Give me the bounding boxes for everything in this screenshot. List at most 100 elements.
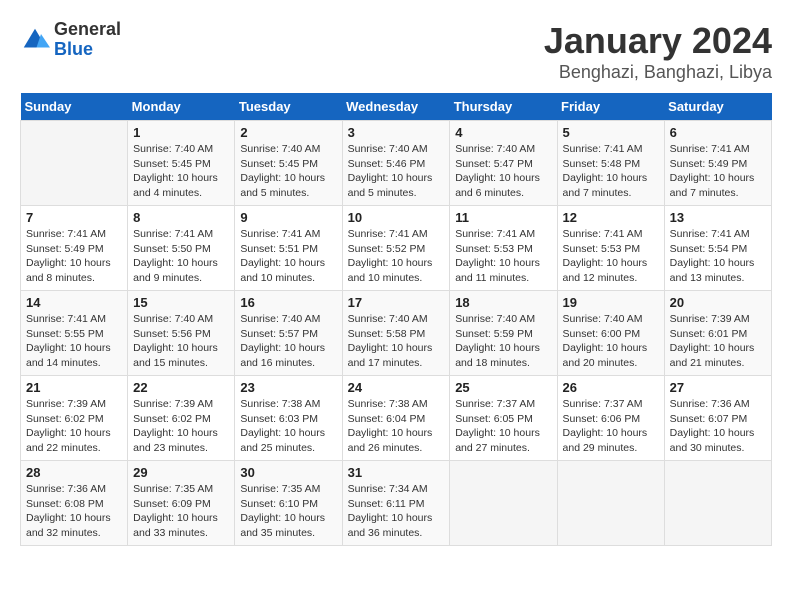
day-cell: 3 Sunrise: 7:40 AM Sunset: 5:46 PM Daylig… [342, 121, 450, 206]
week-row-4: 21Sunrise: 7:39 AM Sunset: 6:02 PM Dayli… [21, 376, 772, 461]
logo-icon [20, 25, 50, 55]
day-cell [450, 461, 557, 546]
day-info: Sunrise: 7:35 AM Sunset: 6:09 PM Dayligh… [133, 482, 229, 541]
header-row: SundayMondayTuesdayWednesdayThursdayFrid… [21, 93, 772, 121]
day-cell: 12Sunrise: 7:41 AM Sunset: 5:53 PM Dayli… [557, 206, 664, 291]
day-cell: 20 Sunrise: 7:39 AM Sunset: 6:01 PM Dayli… [664, 291, 771, 376]
header-cell-friday: Friday [557, 93, 664, 121]
day-cell: 22Sunrise: 7:39 AM Sunset: 6:02 PM Dayli… [128, 376, 235, 461]
day-number: 13 [670, 210, 766, 225]
day-number: 5 [563, 125, 659, 140]
day-info: Sunrise: 7:37 AM Sunset: 6:06 PM Dayligh… [563, 397, 659, 456]
day-cell: 2 Sunrise: 7:40 AM Sunset: 5:45 PM Daylig… [235, 121, 342, 206]
day-number: 24 [348, 380, 445, 395]
day-number: 21 [26, 380, 122, 395]
day-cell: 27 Sunrise: 7:36 AM Sunset: 6:07 PM Dayli… [664, 376, 771, 461]
day-cell: 25Sunrise: 7:37 AM Sunset: 6:05 PM Dayli… [450, 376, 557, 461]
day-cell: 13 Sunrise: 7:41 AM Sunset: 5:54 PM Dayli… [664, 206, 771, 291]
day-cell: 18 Sunrise: 7:40 AM Sunset: 5:59 PM Dayli… [450, 291, 557, 376]
day-info: Sunrise: 7:36 AM Sunset: 6:08 PM Dayligh… [26, 482, 122, 541]
day-number: 18 [455, 295, 551, 310]
day-info: Sunrise: 7:36 AM Sunset: 6:07 PM Dayligh… [670, 397, 766, 456]
day-number: 3 [348, 125, 445, 140]
day-number: 26 [563, 380, 659, 395]
day-info: Sunrise: 7:38 AM Sunset: 6:04 PM Dayligh… [348, 397, 445, 456]
day-number: 1 [133, 125, 229, 140]
day-cell: 21Sunrise: 7:39 AM Sunset: 6:02 PM Dayli… [21, 376, 128, 461]
day-number: 17 [348, 295, 445, 310]
day-cell: 30Sunrise: 7:35 AM Sunset: 6:10 PM Dayli… [235, 461, 342, 546]
day-cell: 15 Sunrise: 7:40 AM Sunset: 5:56 PM Dayli… [128, 291, 235, 376]
day-info: Sunrise: 7:41 AM Sunset: 5:49 PM Dayligh… [26, 227, 122, 286]
calendar-table: SundayMondayTuesdayWednesdayThursdayFrid… [20, 93, 772, 546]
day-cell: 24 Sunrise: 7:38 AM Sunset: 6:04 PM Dayli… [342, 376, 450, 461]
day-info: Sunrise: 7:40 AM Sunset: 5:56 PM Dayligh… [133, 312, 229, 371]
header-cell-tuesday: Tuesday [235, 93, 342, 121]
day-info: Sunrise: 7:41 AM Sunset: 5:54 PM Dayligh… [670, 227, 766, 286]
day-info: Sunrise: 7:40 AM Sunset: 5:59 PM Dayligh… [455, 312, 551, 371]
day-number: 11 [455, 210, 551, 225]
day-cell: 26 Sunrise: 7:37 AM Sunset: 6:06 PM Dayli… [557, 376, 664, 461]
day-cell: 31Sunrise: 7:34 AM Sunset: 6:11 PM Dayli… [342, 461, 450, 546]
day-info: Sunrise: 7:40 AM Sunset: 5:45 PM Dayligh… [240, 142, 336, 201]
day-cell: 19 Sunrise: 7:40 AM Sunset: 6:00 PM Dayli… [557, 291, 664, 376]
day-number: 6 [670, 125, 766, 140]
day-info: Sunrise: 7:41 AM Sunset: 5:52 PM Dayligh… [348, 227, 445, 286]
header-cell-thursday: Thursday [450, 93, 557, 121]
day-cell: 5 Sunrise: 7:41 AM Sunset: 5:48 PM Daylig… [557, 121, 664, 206]
day-number: 9 [240, 210, 336, 225]
day-number: 2 [240, 125, 336, 140]
logo-general-text: General [54, 20, 121, 40]
day-info: Sunrise: 7:41 AM Sunset: 5:48 PM Dayligh… [563, 142, 659, 201]
logo-text: General Blue [54, 20, 121, 60]
day-info: Sunrise: 7:41 AM Sunset: 5:49 PM Dayligh… [670, 142, 766, 201]
day-number: 10 [348, 210, 445, 225]
day-number: 15 [133, 295, 229, 310]
day-cell: 29 Sunrise: 7:35 AM Sunset: 6:09 PM Dayli… [128, 461, 235, 546]
day-number: 23 [240, 380, 336, 395]
day-info: Sunrise: 7:41 AM Sunset: 5:53 PM Dayligh… [563, 227, 659, 286]
day-number: 19 [563, 295, 659, 310]
day-info: Sunrise: 7:39 AM Sunset: 6:01 PM Dayligh… [670, 312, 766, 371]
day-info: Sunrise: 7:35 AM Sunset: 6:10 PM Dayligh… [240, 482, 336, 541]
day-cell: 8 Sunrise: 7:41 AM Sunset: 5:50 PM Daylig… [128, 206, 235, 291]
week-row-1: 1 Sunrise: 7:40 AM Sunset: 5:45 PM Daylig… [21, 121, 772, 206]
day-number: 8 [133, 210, 229, 225]
title-block: January 2024 Benghazi, Banghazi, Libya [544, 20, 772, 83]
day-cell: 28 Sunrise: 7:36 AM Sunset: 6:08 PM Dayli… [21, 461, 128, 546]
day-number: 4 [455, 125, 551, 140]
day-info: Sunrise: 7:40 AM Sunset: 5:45 PM Dayligh… [133, 142, 229, 201]
day-info: Sunrise: 7:41 AM Sunset: 5:51 PM Dayligh… [240, 227, 336, 286]
day-number: 14 [26, 295, 122, 310]
day-info: Sunrise: 7:37 AM Sunset: 6:05 PM Dayligh… [455, 397, 551, 456]
header-cell-saturday: Saturday [664, 93, 771, 121]
day-number: 7 [26, 210, 122, 225]
day-cell: 10 Sunrise: 7:41 AM Sunset: 5:52 PM Dayli… [342, 206, 450, 291]
logo-blue-text: Blue [54, 40, 121, 60]
day-info: Sunrise: 7:38 AM Sunset: 6:03 PM Dayligh… [240, 397, 336, 456]
day-cell: 6 Sunrise: 7:41 AM Sunset: 5:49 PM Daylig… [664, 121, 771, 206]
day-info: Sunrise: 7:40 AM Sunset: 5:47 PM Dayligh… [455, 142, 551, 201]
day-cell [664, 461, 771, 546]
day-cell: 11Sunrise: 7:41 AM Sunset: 5:53 PM Dayli… [450, 206, 557, 291]
location-title: Benghazi, Banghazi, Libya [544, 62, 772, 83]
day-info: Sunrise: 7:41 AM Sunset: 5:55 PM Dayligh… [26, 312, 122, 371]
day-number: 27 [670, 380, 766, 395]
day-info: Sunrise: 7:40 AM Sunset: 6:00 PM Dayligh… [563, 312, 659, 371]
page-header: General Blue January 2024 Benghazi, Bang… [20, 20, 772, 83]
day-number: 31 [348, 465, 445, 480]
week-row-2: 7 Sunrise: 7:41 AM Sunset: 5:49 PM Daylig… [21, 206, 772, 291]
day-cell [21, 121, 128, 206]
month-title: January 2024 [544, 20, 772, 62]
day-info: Sunrise: 7:40 AM Sunset: 5:46 PM Dayligh… [348, 142, 445, 201]
day-number: 29 [133, 465, 229, 480]
day-number: 20 [670, 295, 766, 310]
day-info: Sunrise: 7:40 AM Sunset: 5:57 PM Dayligh… [240, 312, 336, 371]
day-cell: 23 Sunrise: 7:38 AM Sunset: 6:03 PM Dayli… [235, 376, 342, 461]
calendar-header: SundayMondayTuesdayWednesdayThursdayFrid… [21, 93, 772, 121]
day-cell [557, 461, 664, 546]
day-number: 28 [26, 465, 122, 480]
day-cell: 16Sunrise: 7:40 AM Sunset: 5:57 PM Dayli… [235, 291, 342, 376]
day-info: Sunrise: 7:41 AM Sunset: 5:50 PM Dayligh… [133, 227, 229, 286]
header-cell-wednesday: Wednesday [342, 93, 450, 121]
